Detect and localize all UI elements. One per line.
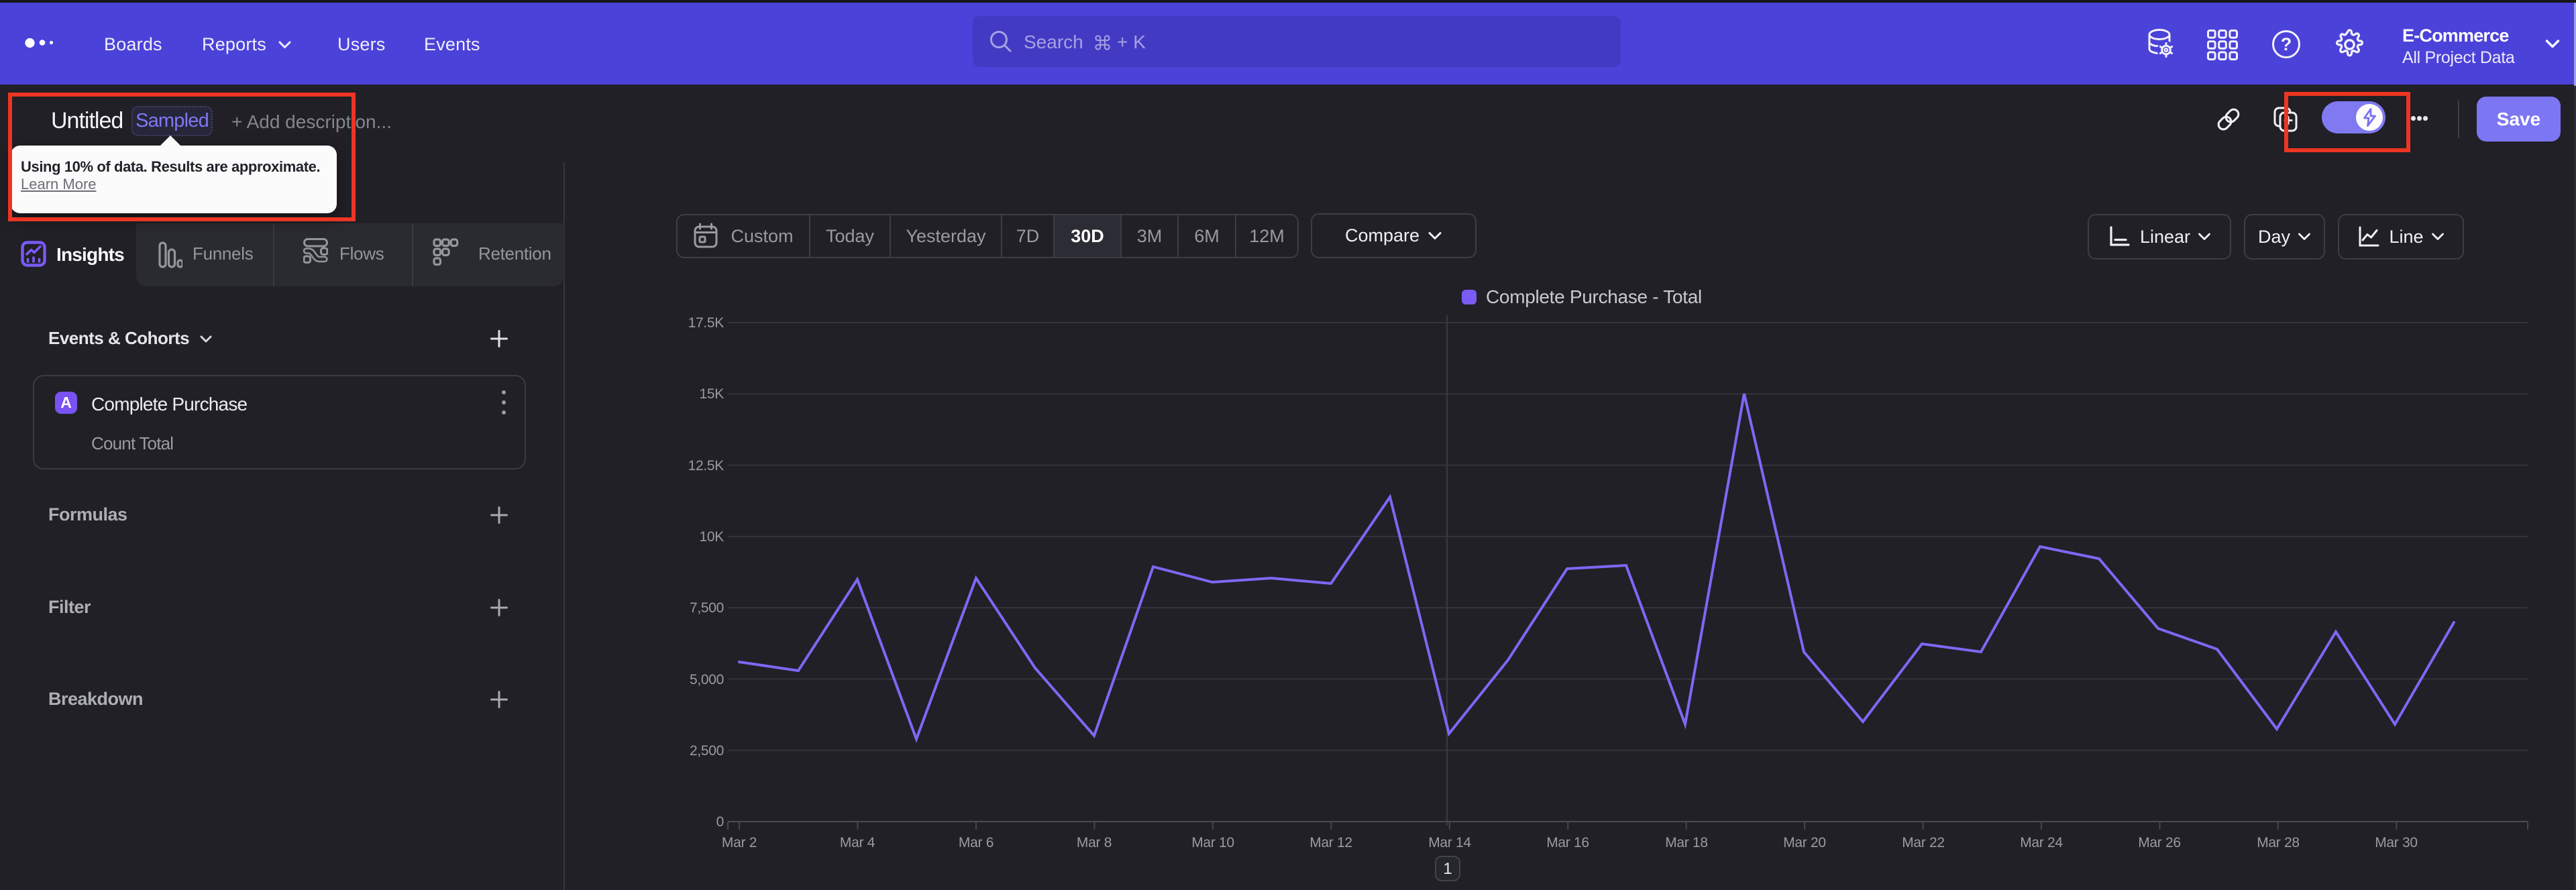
- svg-text:Mar 4: Mar 4: [840, 835, 875, 850]
- svg-text:Mar 30: Mar 30: [2375, 835, 2418, 850]
- svg-text:Mar 14: Mar 14: [1428, 835, 1471, 850]
- svg-text:Mar 8: Mar 8: [1077, 835, 1112, 850]
- svg-text:15K: 15K: [700, 386, 724, 402]
- svg-text:Mar 6: Mar 6: [959, 835, 994, 850]
- svg-text:Mar 20: Mar 20: [1783, 835, 1826, 850]
- svg-text:Mar 24: Mar 24: [2020, 835, 2063, 850]
- svg-text:Mar 22: Mar 22: [1902, 835, 1945, 850]
- svg-text:Mar 18: Mar 18: [1665, 835, 1708, 850]
- svg-text:10K: 10K: [700, 529, 724, 545]
- svg-text:Mar 2: Mar 2: [722, 835, 757, 850]
- svg-text:Mar 28: Mar 28: [2257, 835, 2300, 850]
- svg-text:0: 0: [716, 814, 724, 830]
- svg-text:7,500: 7,500: [690, 600, 724, 616]
- svg-text:12.5K: 12.5K: [688, 458, 724, 474]
- svg-text:2,500: 2,500: [690, 743, 724, 759]
- svg-text:Mar 16: Mar 16: [1546, 835, 1589, 850]
- svg-text:Mar 26: Mar 26: [2138, 835, 2181, 850]
- svg-text:Mar 10: Mar 10: [1191, 835, 1234, 850]
- svg-text:5,000: 5,000: [690, 672, 724, 687]
- svg-text:Mar 12: Mar 12: [1309, 835, 1352, 850]
- svg-text:17.5K: 17.5K: [688, 315, 724, 331]
